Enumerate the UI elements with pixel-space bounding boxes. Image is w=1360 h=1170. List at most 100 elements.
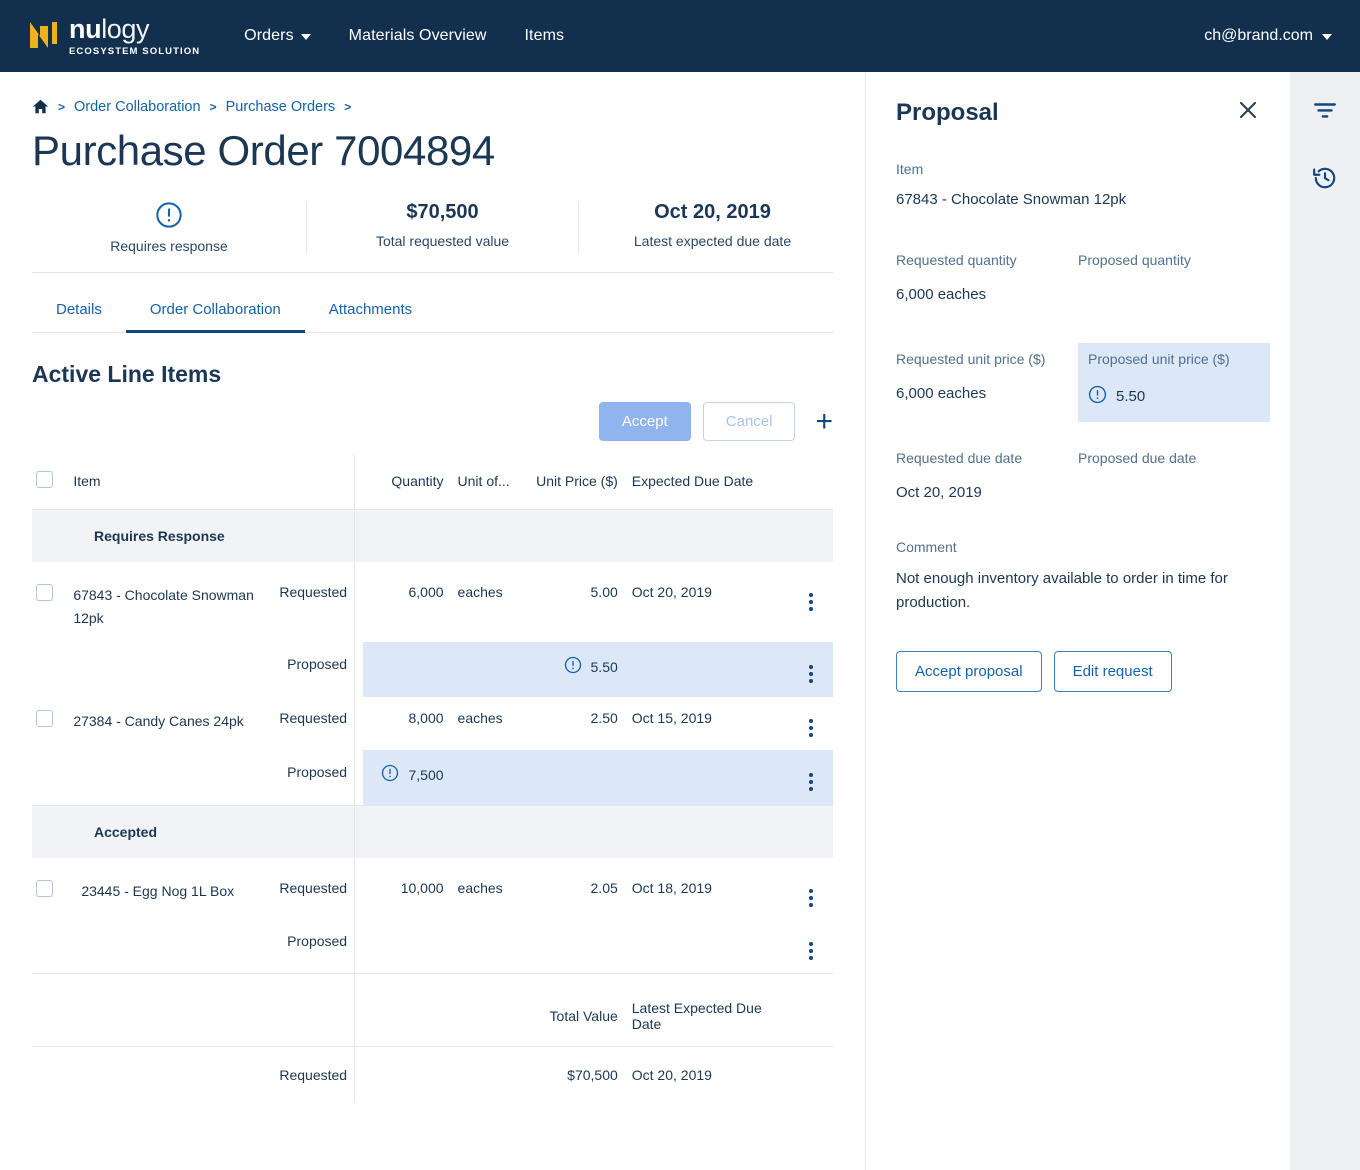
- row-quantity: 6,000: [408, 584, 444, 600]
- breadcrumb-separator: >: [209, 99, 217, 114]
- tab-details[interactable]: Details: [32, 301, 126, 332]
- row-proposed-uom: [443, 750, 517, 806]
- line-item-actions: Accept Cancel +: [32, 402, 833, 441]
- row-proposed-unit-price: [517, 920, 618, 974]
- section-title-active-line-items: Active Line Items: [32, 361, 222, 387]
- row-overflow-menu-icon[interactable]: [808, 665, 813, 684]
- row-overflow-menu-icon[interactable]: [808, 719, 813, 738]
- row-overflow-menu-icon[interactable]: [808, 942, 813, 961]
- row-quantity: 8,000: [408, 710, 444, 727]
- stat-total-requested-value-amount: $70,500: [406, 201, 479, 223]
- proposal-proposed-unit-price-value: 5.50: [1116, 388, 1146, 405]
- brand-name-light: logy: [101, 14, 150, 44]
- table-row-proposed[interactable]: Proposed 7,500: [32, 750, 833, 806]
- header-type: [257, 455, 364, 510]
- row-due-date: Oct 15, 2019: [631, 710, 712, 727]
- group-header-spacer: [257, 509, 833, 562]
- row-overflow-menu-icon[interactable]: [808, 889, 813, 908]
- nav-item-items[interactable]: Items: [525, 27, 565, 45]
- row-actions-cell: [789, 920, 833, 974]
- add-line-item-icon[interactable]: +: [815, 406, 833, 437]
- breadcrumb: > Order Collaboration > Purchase Orders …: [32, 72, 833, 115]
- table-row-proposed[interactable]: Proposed: [32, 642, 833, 698]
- row-overflow-menu-icon[interactable]: [808, 593, 813, 611]
- header-unit-price: Unit Price ($): [516, 455, 618, 510]
- row-checkbox-cell-empty: [32, 750, 74, 806]
- breadcrumb-separator: >: [344, 99, 352, 114]
- tab-order-collaboration[interactable]: Order Collaboration: [125, 301, 305, 333]
- row-overflow-menu-icon[interactable]: [808, 773, 813, 792]
- row-unit-price: 5.00: [590, 584, 618, 600]
- alert-circle-icon: [56, 201, 282, 229]
- filter-icon[interactable]: [1312, 98, 1338, 129]
- breadcrumb-separator: >: [58, 99, 66, 114]
- row-actions-cell: [789, 697, 833, 750]
- brand-logo[interactable]: nulogy ECOSYSTEM SOLUTION: [28, 15, 200, 57]
- row-actions-cell: [789, 858, 833, 920]
- proposal-requested-unit-price-col: Requested unit price ($) 6,000 eaches: [886, 343, 1078, 422]
- proposal-actions: Accept proposal Edit request: [896, 651, 1260, 692]
- row-type-proposed: Proposed: [287, 933, 348, 950]
- cancel-button[interactable]: Cancel: [702, 402, 796, 441]
- row-item-name: 27384 - Candy Canes 24pk: [73, 713, 244, 730]
- table-footer-header-row: Total Value Latest Expected Due Date: [32, 974, 833, 1048]
- proposal-comment-label: Comment: [896, 539, 957, 555]
- proposal-requested-unit-price-label: Requested unit price ($): [896, 351, 1046, 367]
- proposal-proposed-unit-price-col: Proposed unit price ($) 5.50: [1078, 343, 1270, 422]
- user-account-menu[interactable]: ch@brand.com: [1204, 27, 1332, 45]
- row-type-proposed: Proposed: [257, 642, 364, 698]
- proposal-item-label: Item: [896, 161, 924, 177]
- history-icon[interactable]: [1312, 165, 1338, 196]
- nav-item-orders-label: Orders: [244, 27, 294, 44]
- table-row[interactable]: 67843 - Chocolate Snowman 12pk Requested…: [32, 562, 833, 642]
- stat-latest-due-date-value: Oct 20, 2019: [654, 201, 771, 223]
- row-proposed-quantity: [363, 642, 444, 698]
- breadcrumb-item-purchase-orders[interactable]: Purchase Orders: [226, 99, 336, 115]
- select-all-checkbox[interactable]: [36, 471, 53, 488]
- row-checkbox[interactable]: [36, 710, 53, 728]
- nav-item-materials-overview-label: Materials Overview: [348, 27, 487, 44]
- proposal-comment-field: Comment Not enough inventory available t…: [896, 539, 1260, 615]
- stat-latest-due-date: Oct 20, 2019 Latest expected due date: [578, 201, 846, 254]
- proposal-requested-due-date-label: Requested due date: [896, 450, 1023, 466]
- summary-stats: Requires response $70,500 Total requeste…: [32, 201, 833, 273]
- home-icon[interactable]: [32, 98, 49, 115]
- table-row[interactable]: 27384 - Candy Canes 24pk Requested 8,000…: [32, 697, 833, 750]
- row-uom: eaches: [457, 710, 503, 727]
- row-uom: eaches: [457, 584, 503, 600]
- proposal-panel-title: Proposal: [896, 98, 999, 126]
- nav-item-materials-overview[interactable]: Materials Overview: [349, 27, 487, 45]
- row-due-date: Oct 20, 2019: [631, 584, 712, 600]
- row-item-name: 67843 - Chocolate Snowman 12pk: [73, 587, 254, 626]
- proposal-unit-price-fields: Requested unit price ($) 6,000 eaches Pr…: [886, 343, 1270, 422]
- footer-latest-due-header: Latest Expected Due Date: [617, 974, 789, 1048]
- table-column-divider: [354, 455, 355, 1104]
- close-icon[interactable]: [1236, 98, 1260, 127]
- tab-attachments[interactable]: Attachments: [305, 301, 436, 332]
- alert-circle-icon: [564, 656, 582, 677]
- footer-latest-due-date: Oct 20, 2019: [631, 1067, 712, 1084]
- row-item-name-empty: [73, 642, 258, 698]
- proposal-proposed-quantity-col: Proposed quantity: [1078, 252, 1260, 303]
- brand-wordmark: nulogy: [69, 15, 200, 44]
- proposal-panel-header: Proposal: [896, 98, 1260, 127]
- table-row[interactable]: 23445 - Egg Nog 1L Box Requested 10,000 …: [32, 858, 833, 920]
- proposal-requested-quantity-col: Requested quantity 6,000 eaches: [896, 252, 1078, 303]
- table-row-proposed[interactable]: Proposed: [32, 920, 833, 974]
- edit-request-button[interactable]: Edit request: [1053, 651, 1172, 692]
- main-content-column: > Order Collaboration > Purchase Orders …: [0, 72, 866, 1170]
- chevron-down-icon: [1322, 34, 1332, 40]
- accept-button[interactable]: Accept: [598, 402, 691, 441]
- proposal-requested-quantity-value: 6,000 eaches: [896, 286, 987, 303]
- row-checkbox[interactable]: [36, 584, 53, 601]
- footer-total-value: $70,500: [567, 1067, 618, 1084]
- row-checkbox[interactable]: [36, 880, 53, 898]
- footer-total-value-header: Total Value: [516, 974, 618, 1048]
- breadcrumb-item-order-collaboration[interactable]: Order Collaboration: [74, 99, 201, 115]
- main-nav-links: Orders Materials Overview Items: [244, 27, 564, 45]
- proposal-comment-value: Not enough inventory available to order …: [896, 570, 1228, 611]
- row-type-proposed: Proposed: [257, 750, 364, 806]
- accept-proposal-button[interactable]: Accept proposal: [896, 651, 1042, 692]
- nav-item-orders[interactable]: Orders: [244, 27, 311, 45]
- alert-circle-icon: [1088, 385, 1107, 408]
